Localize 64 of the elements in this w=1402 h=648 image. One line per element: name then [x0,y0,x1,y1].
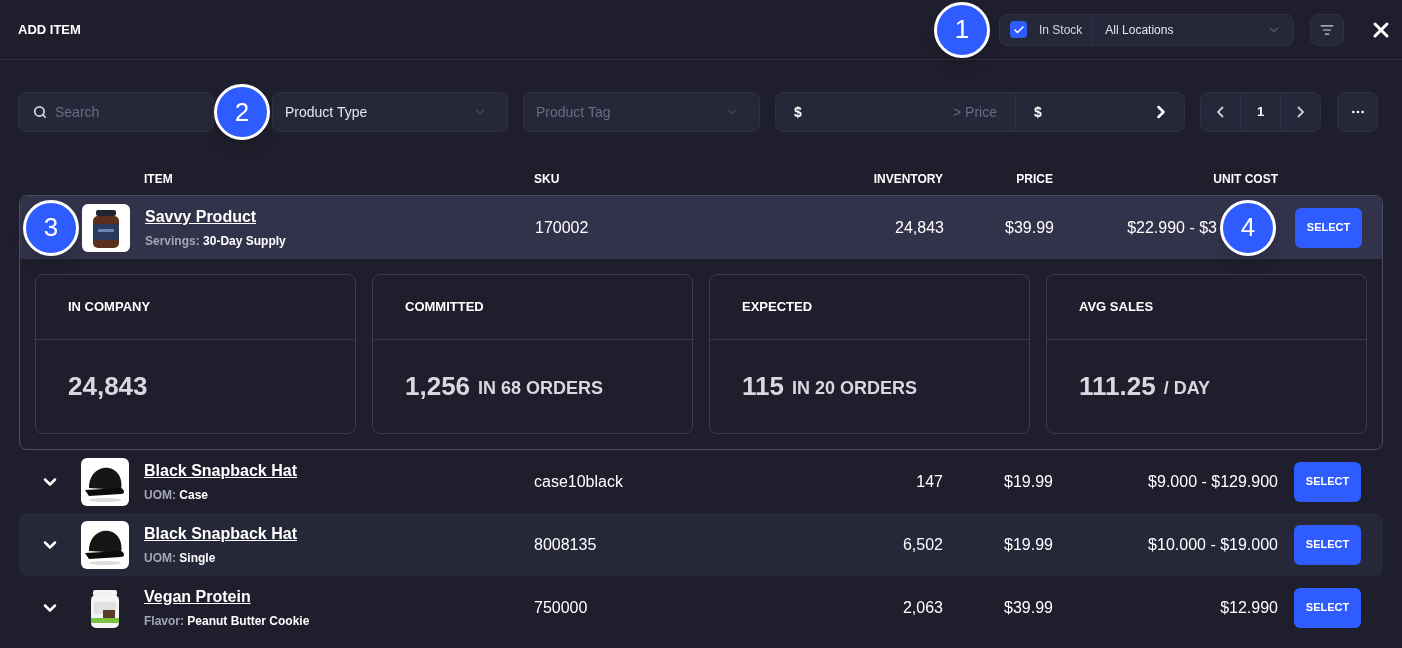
product-type-select[interactable]: Product Type [272,92,508,132]
stat-value: 24,843 [68,370,148,403]
sku-cell-text: 8008135 [534,534,598,555]
callout-badge: 3 [23,199,79,256]
column-header: SKU [534,171,561,188]
dialog-title: ADD ITEM [18,20,81,39]
column-header: PRICE [1015,171,1053,188]
stat-value: 1,256 [405,370,471,403]
select-button[interactable]: SELECT [1295,207,1362,248]
sku-cell-text: case10black [534,471,624,492]
stat-value: 111.25 [1079,370,1156,403]
sku-cell-text: 750000 [534,597,589,618]
price-cell-text: $19.99 [1003,534,1053,555]
filter-lines-icon [1320,22,1334,37]
product-link[interactable]: Black Snapback Hat [144,522,297,546]
product-link[interactable]: Savvy Product [145,205,257,229]
callout-badge: 1 [934,1,990,58]
product-attribute: UOM: Single [144,550,217,567]
unit-cost-cell-text: $22.990 - $3 [1126,217,1217,238]
callout-badge: 2 [214,84,270,140]
location-select-value: All Locations [1104,21,1174,39]
page-number: 1 [1255,103,1266,122]
chevron-left-icon [1216,106,1224,118]
inventory-cell-text: 147 [915,471,943,492]
callout-badge: 4 [1220,199,1276,256]
select-button[interactable]: SELECT [1294,461,1361,502]
product-attribute: UOM: Case [144,487,210,504]
price-cell-text: $39.99 [1003,597,1053,618]
product-link[interactable]: Vegan Protein [144,585,251,609]
inventory-cell-text: 6,502 [901,534,943,555]
select-button[interactable]: SELECT [1294,587,1361,628]
table-row[interactable]: Black Snapback Hat UOM: Single 8008135 6,502 $19.99 $10.000 - $19.000 SELECT [19,513,1383,576]
search-icon [33,105,47,119]
table-row[interactable]: Vegan Protein Flavor: Peanut Butter Cookie 750000 2,063 $39.99 $12.990 SELECT [19,576,1383,639]
product-link[interactable]: Black Snapback Hat [144,459,297,483]
price-cell-text: $19.99 [1003,471,1053,492]
product-attribute: Servings: 30-Day Supply [145,233,287,250]
stat-label: AVG SALES [1079,298,1154,317]
checkbox-icon [1010,21,1027,38]
table-row[interactable]: Black Snapback Hat UOM: Case case10black 147 $19.99 $9.000 - $129.900 SELECT [19,450,1383,513]
stat-label: COMMITTED [405,298,484,317]
product-attribute: Flavor: Peanut Butter Cookie [144,613,311,630]
unit-cost-cell-text: $12.990 [1219,597,1278,618]
in-stock-checkbox[interactable]: In Stock [1000,14,1094,45]
stat-suffix: IN 68 ORDERS [478,376,604,400]
column-header: UNIT COST [1212,171,1278,188]
stat-label: EXPECTED [742,298,813,317]
stock-location-control[interactable]: In Stock All Locations [999,13,1294,46]
column-header: ITEM [144,171,174,188]
stat-suffix: IN 20 ORDERS [791,376,917,400]
inventory-cell-text: 24,843 [894,217,944,238]
column-header: INVENTORY [872,171,943,188]
sku-cell-text: 170002 [535,217,590,238]
price-cell-text: $39.99 [1004,217,1054,238]
table-row[interactable]: 3 Savvy Product Servings: 30-Day Supply 170002 24,843 $39.99 $22.990 - $3 4 SELECT [20,196,1382,259]
unit-cost-cell-text: $9.000 - $129.900 [1147,471,1278,492]
inventory-cell-text: 2,063 [901,597,943,618]
stat-value: 115 [742,370,784,403]
chevron-right-icon [1297,106,1305,118]
stat-label: IN COMPANY [68,298,151,317]
stat-suffix: / DAY [1163,376,1210,400]
select-button[interactable]: SELECT [1294,524,1361,565]
unit-cost-cell-text: $10.000 - $19.000 [1147,534,1278,555]
filter-button[interactable] [1310,13,1344,46]
